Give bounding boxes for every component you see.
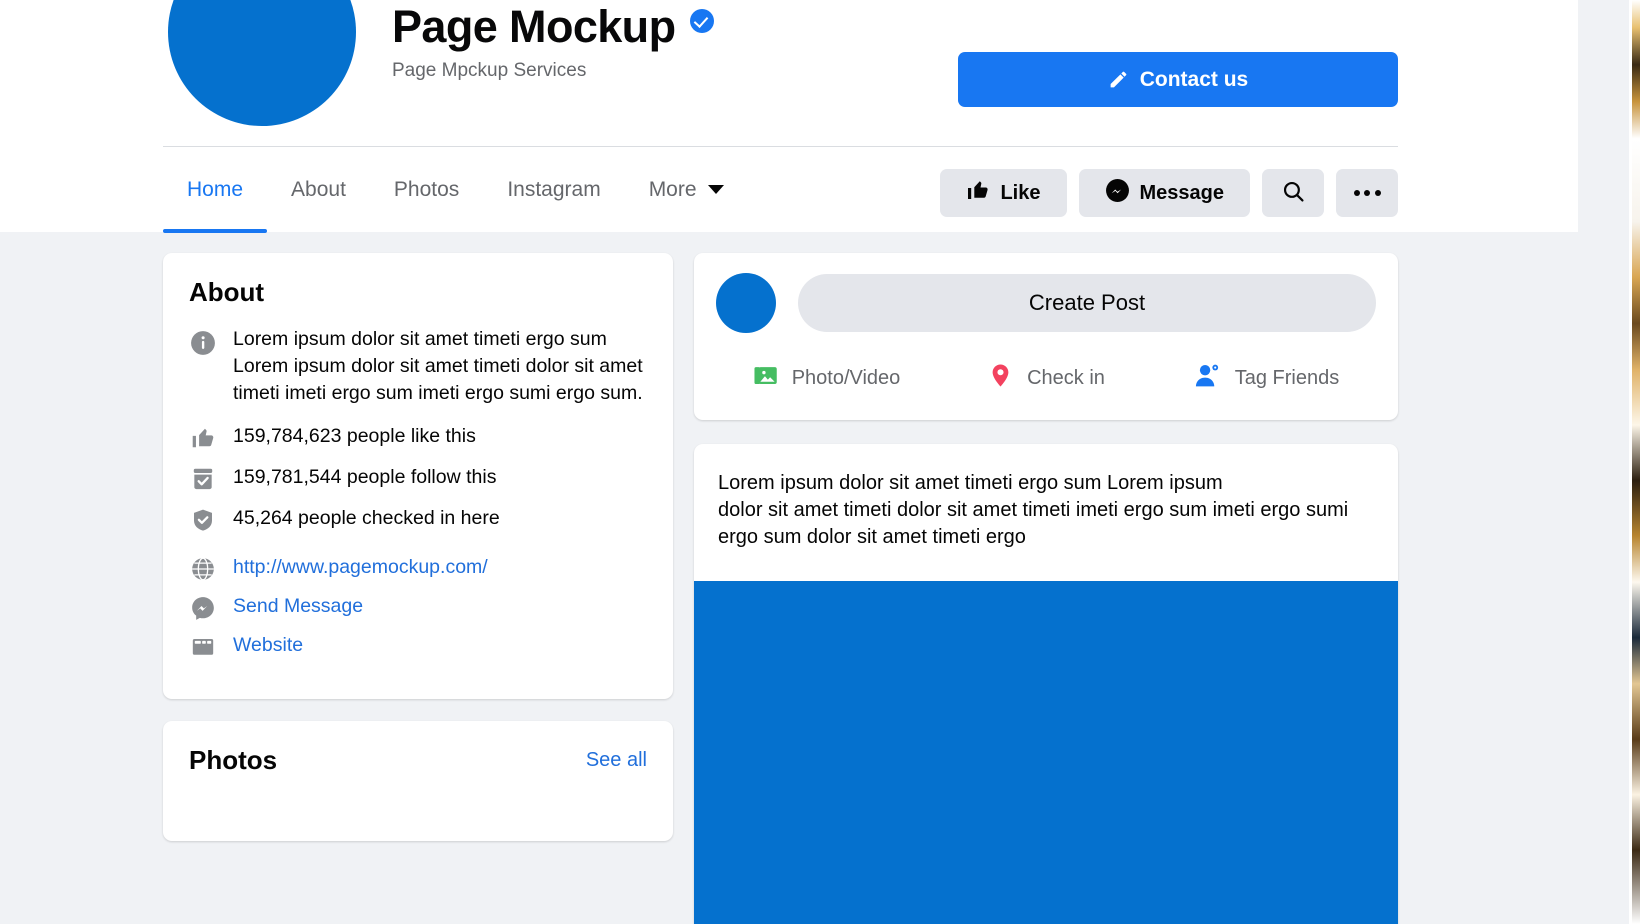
thumbs-up-icon xyxy=(189,424,217,452)
photo-video-action[interactable]: Photo/Video xyxy=(716,355,936,402)
stat-checkins-text: 45,264 people checked in here xyxy=(233,507,500,529)
about-card: About Lorem ipsum dolor sit amet timeti … xyxy=(163,253,673,699)
about-description-row: Lorem ipsum dolor sit amet timeti ergo s… xyxy=(189,326,647,407)
post-image[interactable] xyxy=(694,581,1398,924)
left-column: About Lorem ipsum dolor sit amet timeti … xyxy=(163,253,673,841)
tab-home[interactable]: Home xyxy=(163,147,268,233)
facebook-page-mockup: Page Mockup Page Mpckup Services Contact… xyxy=(0,0,1640,924)
search-button[interactable] xyxy=(1262,169,1324,217)
composer-avatar[interactable] xyxy=(716,273,776,333)
tab-photos-label: Photos xyxy=(393,177,460,201)
info-icon xyxy=(189,329,217,357)
tag-friends-icon xyxy=(1193,361,1222,396)
page-category: Page Mpckup Services xyxy=(392,60,587,81)
tab-more[interactable]: More xyxy=(625,147,748,233)
post-text: Lorem ipsum dolor sit amet timeti ergo s… xyxy=(718,472,1349,548)
more-options-button[interactable] xyxy=(1336,169,1398,217)
send-message-link[interactable]: Send Message xyxy=(233,593,363,620)
send-message-row[interactable]: Send Message xyxy=(189,591,647,622)
check-in-label: Check in xyxy=(1027,367,1105,389)
pencil-icon xyxy=(1108,69,1129,90)
about-description: Lorem ipsum dolor sit amet timeti ergo s… xyxy=(233,328,643,404)
create-post-actions: Photo/Video Check in Tag Friends xyxy=(716,355,1376,402)
photos-header: Photos See all xyxy=(189,745,647,776)
website-url-row[interactable]: http://www.pagemockup.com/ xyxy=(189,552,647,583)
tab-more-label: More xyxy=(648,177,697,201)
stat-likes-row: 159,784,623 people like this xyxy=(189,421,647,452)
browser-window-icon xyxy=(189,633,217,661)
tab-about[interactable]: About xyxy=(267,147,370,233)
contact-us-label: Contact us xyxy=(1139,67,1249,91)
tab-instagram-label: Instagram xyxy=(507,177,601,201)
message-button[interactable]: Message xyxy=(1078,169,1250,217)
tab-about-label: About xyxy=(291,177,346,201)
stat-likes-text: 159,784,623 people like this xyxy=(233,425,476,447)
create-post-top: Create Post xyxy=(716,273,1376,333)
tab-instagram[interactable]: Instagram xyxy=(483,147,624,233)
like-label: Like xyxy=(1000,181,1041,204)
location-pin-icon xyxy=(987,362,1014,395)
page-profile-avatar[interactable] xyxy=(168,0,356,126)
contact-us-button[interactable]: Contact us xyxy=(958,52,1398,107)
nav-tabs: Home About Photos Instagram More xyxy=(163,147,748,233)
photo-video-label: Photo/Video xyxy=(791,367,901,389)
messenger-icon xyxy=(1105,178,1130,209)
photos-card: Photos See all xyxy=(163,721,673,841)
website-link[interactable]: Website xyxy=(233,632,303,659)
tab-home-label: Home xyxy=(187,177,244,201)
right-edge-image-sliver xyxy=(1632,0,1640,924)
tab-photos[interactable]: Photos xyxy=(370,147,483,233)
stat-follows-text: 159,781,544 people follow this xyxy=(233,466,497,488)
like-button[interactable]: Like xyxy=(940,169,1067,217)
website-url-link[interactable]: http://www.pagemockup.com/ xyxy=(233,554,488,581)
website-row[interactable]: Website xyxy=(189,630,647,661)
ellipsis-icon xyxy=(1353,190,1381,196)
page-identity: Page Mockup Page Mpckup Services xyxy=(392,0,714,82)
right-column: Create Post Photo/Video Check in Tag Fri… xyxy=(694,253,1398,924)
photos-title: Photos xyxy=(189,745,278,775)
post-card: Lorem ipsum dolor sit amet timeti ergo s… xyxy=(694,444,1398,924)
follow-flag-icon xyxy=(189,465,217,493)
photos-see-all-link[interactable]: See all xyxy=(586,749,647,772)
message-label: Message xyxy=(1139,181,1225,204)
stat-checkins-row: 45,264 people checked in here xyxy=(189,503,647,534)
thumbs-up-icon xyxy=(966,178,990,208)
about-title: About xyxy=(189,277,265,307)
chevron-down-icon xyxy=(707,185,724,194)
tag-friends-label: Tag Friends xyxy=(1234,367,1340,389)
verified-badge-icon xyxy=(689,9,714,33)
stat-follows-row: 159,781,544 people follow this xyxy=(189,462,647,493)
page-title: Page Mockup xyxy=(392,1,676,52)
search-icon xyxy=(1281,179,1306,207)
tag-friends-action[interactable]: Tag Friends xyxy=(1156,355,1376,402)
check-in-action[interactable]: Check in xyxy=(936,355,1156,402)
create-post-input[interactable]: Create Post xyxy=(798,274,1376,332)
messenger-icon xyxy=(189,594,217,622)
page-navbar: Home About Photos Instagram More Like Me… xyxy=(0,146,1578,233)
create-post-card: Create Post Photo/Video Check in Tag Fri… xyxy=(694,253,1398,420)
globe-icon xyxy=(189,555,217,583)
check-in-shield-icon xyxy=(189,506,217,534)
photo-video-icon xyxy=(752,362,779,395)
nav-actions: Like Message xyxy=(940,169,1398,217)
page-header: Page Mockup Page Mpckup Services Contact… xyxy=(0,0,1578,146)
